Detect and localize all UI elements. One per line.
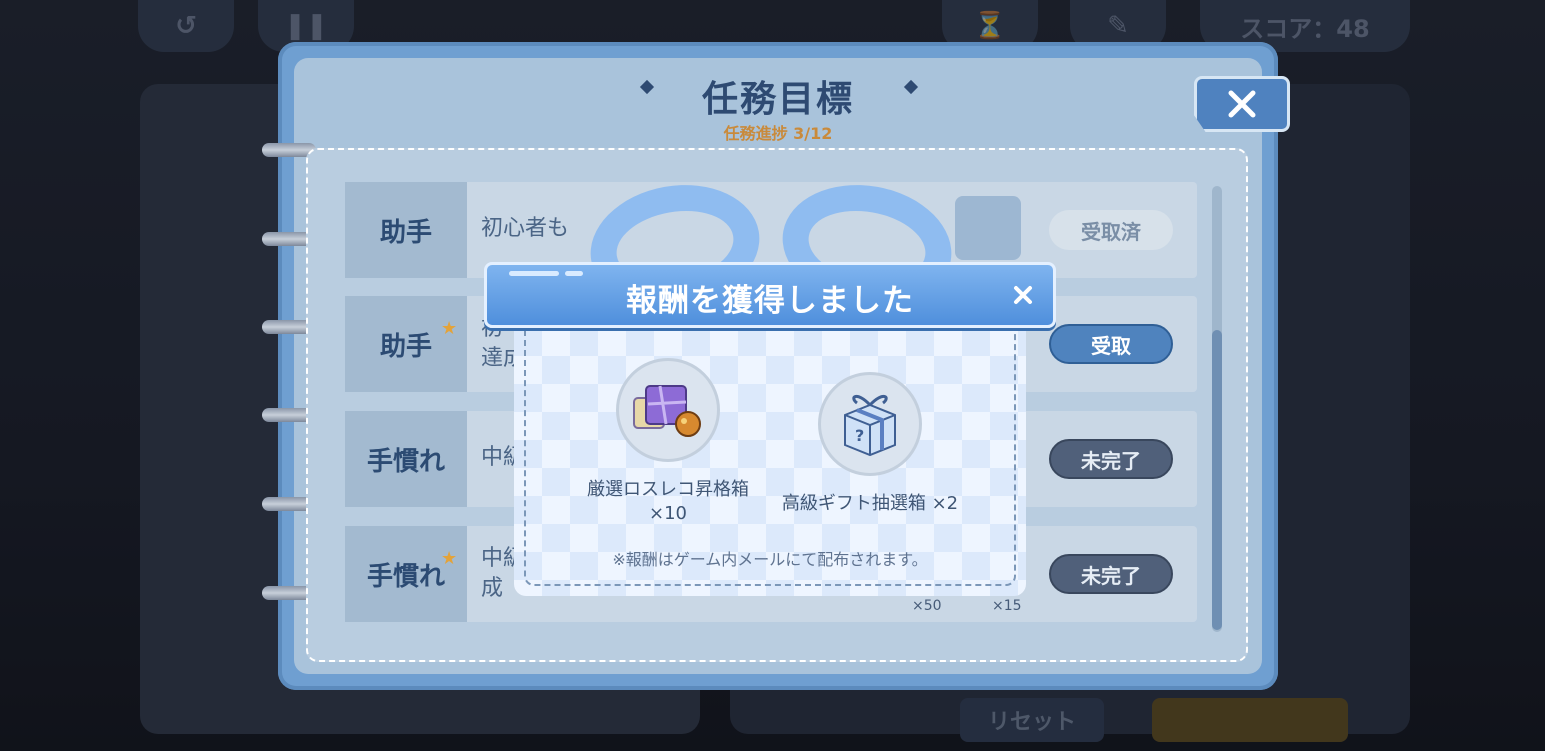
mystery-gift-box-icon: ?	[844, 395, 896, 457]
mission-close-button[interactable]	[1194, 76, 1290, 132]
task-description: 初心者も	[481, 216, 570, 241]
reward-item: 厳選ロスレコ昇格箱 ×10	[568, 358, 768, 526]
reward-item: ? 高級ギフト抽選箱 ×2	[770, 372, 970, 516]
task-rank-text: 助手	[379, 331, 432, 362]
task-rank-label: 助手	[345, 182, 467, 278]
task-rank-label: 手慣れ	[345, 526, 467, 622]
reward-name-line: 厳選ロスレコ昇格箱	[587, 479, 749, 500]
reward-quantity: ×50	[912, 598, 942, 614]
incomplete-button[interactable]: 未完了	[1049, 439, 1173, 479]
reward-icon-frame: ?	[818, 372, 922, 476]
star-icon: ★	[441, 548, 458, 569]
claimed-button[interactable]: 受取済	[1049, 210, 1173, 250]
task-reward-gift-icon	[955, 196, 1021, 260]
svg-text:?: ?	[855, 426, 864, 445]
close-icon	[1014, 286, 1032, 304]
reward-note: ※報酬はゲーム内メールにて配布されます。	[612, 550, 928, 569]
reward-close-button[interactable]	[1007, 279, 1039, 311]
reward-popup-title: 報酬を獲得しました	[626, 283, 914, 319]
claim-button[interactable]: 受取	[1049, 324, 1173, 364]
reward-name: 高級ギフト抽選箱 ×2	[781, 493, 959, 514]
close-icon	[1228, 90, 1256, 118]
reward-name: 厳選ロスレコ昇格箱 ×10	[568, 478, 768, 526]
reward-icon-frame	[616, 358, 720, 462]
mission-progress: 任務進捗 3/12	[723, 124, 833, 143]
task-rank-label: 助手	[345, 296, 467, 392]
task-rank-text: 手慣れ	[366, 561, 445, 592]
star-icon: ★	[441, 318, 458, 339]
upgrade-box-icon	[633, 385, 701, 437]
incomplete-button[interactable]: 未完了	[1049, 554, 1173, 594]
task-rank-label: 手慣れ	[345, 411, 467, 507]
scrollbar-thumb[interactable]	[1212, 330, 1222, 630]
mission-title: 任務目標	[701, 79, 854, 120]
reward-quantity: ×15	[992, 598, 1022, 614]
reward-quantity-line: ×10	[649, 503, 687, 524]
reward-popup-header: 報酬を獲得しました	[484, 262, 1056, 328]
